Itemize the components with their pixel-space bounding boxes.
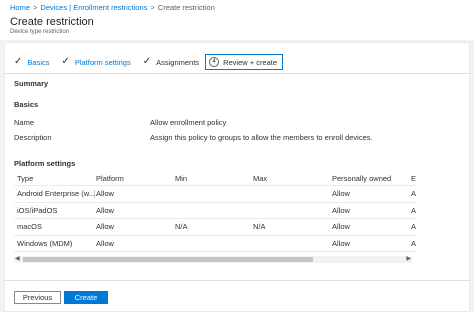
cell-platform: Allow	[96, 222, 114, 231]
column-header-type: Type	[17, 174, 34, 183]
scrollbar-thumb[interactable]	[23, 257, 313, 262]
field-description-value: Assign this policy to groups to allow th…	[150, 133, 373, 142]
breadcrumb-home[interactable]: Home	[10, 3, 30, 12]
cell-personally-owned: Allow	[332, 205, 350, 215]
footer-divider	[4, 280, 470, 281]
page-header: Create restriction Device type restricti…	[10, 16, 464, 42]
column-header-truncated: E	[411, 174, 416, 183]
cell-max: N/A	[253, 222, 266, 231]
tab-label: Review + create	[223, 57, 278, 67]
checkmark-icon: ✓	[61, 56, 70, 67]
breadcrumb-separator: >	[150, 3, 155, 12]
column-divider	[94, 190, 95, 198]
cell-platform: Allow	[96, 238, 114, 248]
cell-platform: Allow	[96, 205, 114, 215]
scroll-left-icon[interactable]: ◀	[15, 255, 20, 262]
breadcrumb: Home > Devices | Enrollment restrictions > C…	[10, 3, 215, 12]
cell-type: Windows (MDM)	[17, 238, 73, 248]
horizontal-scrollbar[interactable]: ◀ ▶	[14, 256, 412, 263]
column-header-personally-owned: Personally owned	[332, 174, 392, 183]
column-header-min: Min	[175, 174, 188, 183]
breadcrumb-separator: >	[33, 3, 38, 12]
wizard-tabs: ✓ Basics ✓ Platform settings ✓ Assignmen…	[14, 54, 295, 70]
cell-type: iOS/iPadOS	[17, 205, 58, 215]
tab-review-create[interactable]: 4 Review + create	[205, 54, 284, 70]
create-button[interactable]: Create	[64, 291, 108, 304]
basics-heading: Basics	[14, 100, 39, 109]
table-row: Windows (MDM) Allow Allow A	[14, 236, 416, 252]
tab-label: Basics	[27, 57, 50, 67]
table-row: iOS/iPadOS Allow Allow A	[14, 203, 416, 219]
cell-type: Android Enterprise (w...	[17, 189, 95, 198]
checkmark-icon: ✓	[142, 56, 152, 67]
cell-personally-owned: Allow	[332, 238, 350, 248]
cell-type: macOS	[17, 222, 43, 231]
tabs-divider	[4, 73, 470, 74]
scroll-right-icon[interactable]: ▶	[406, 255, 411, 262]
cell-platform: Allow	[96, 189, 114, 198]
platform-settings-table: Type Platform Min Max Personally owned E…	[14, 171, 416, 252]
field-description-label: Description	[14, 133, 52, 142]
breadcrumb-enrollment-restrictions[interactable]: Devices | Enrollment restrictions	[40, 3, 147, 12]
tab-label: Platform settings	[74, 57, 131, 67]
cell-truncated: A	[411, 189, 416, 198]
cell-truncated: A	[411, 222, 416, 231]
tab-label: Assignments	[156, 57, 200, 67]
page-subtitle: Device type restriction	[10, 29, 70, 35]
tab-assignments[interactable]: ✓ Assignments	[143, 57, 199, 67]
cell-personally-owned: Allow	[332, 189, 350, 198]
table-row: macOS Allow N/A N/A Allow A	[14, 219, 416, 236]
column-header-platform: Platform	[96, 174, 124, 183]
field-name-value: Allow enrollment policy	[150, 118, 227, 127]
summary-heading: Summary	[14, 79, 49, 88]
cell-truncated: A	[411, 205, 416, 215]
cell-truncated: A	[411, 238, 416, 248]
checkmark-icon: ✓	[14, 56, 23, 67]
page-title: Create restriction	[10, 16, 94, 28]
table-row: Android Enterprise (w... Allow Allow A	[14, 186, 416, 203]
column-header-max: Max	[253, 174, 268, 183]
cell-min: N/A	[175, 222, 188, 231]
breadcrumb-current: Create restriction	[157, 3, 215, 12]
cell-personally-owned: Allow	[332, 222, 350, 231]
table-header-row: Type Platform Min Max Personally owned E	[14, 171, 416, 186]
platform-settings-heading: Platform settings	[14, 159, 76, 168]
step-number-badge: 4	[209, 57, 220, 67]
tab-basics[interactable]: ✓ Basics	[14, 57, 49, 67]
field-name-label: Name	[14, 118, 35, 127]
tab-platform-settings[interactable]: ✓ Platform settings	[61, 57, 130, 67]
previous-button[interactable]: Previous	[14, 291, 61, 304]
